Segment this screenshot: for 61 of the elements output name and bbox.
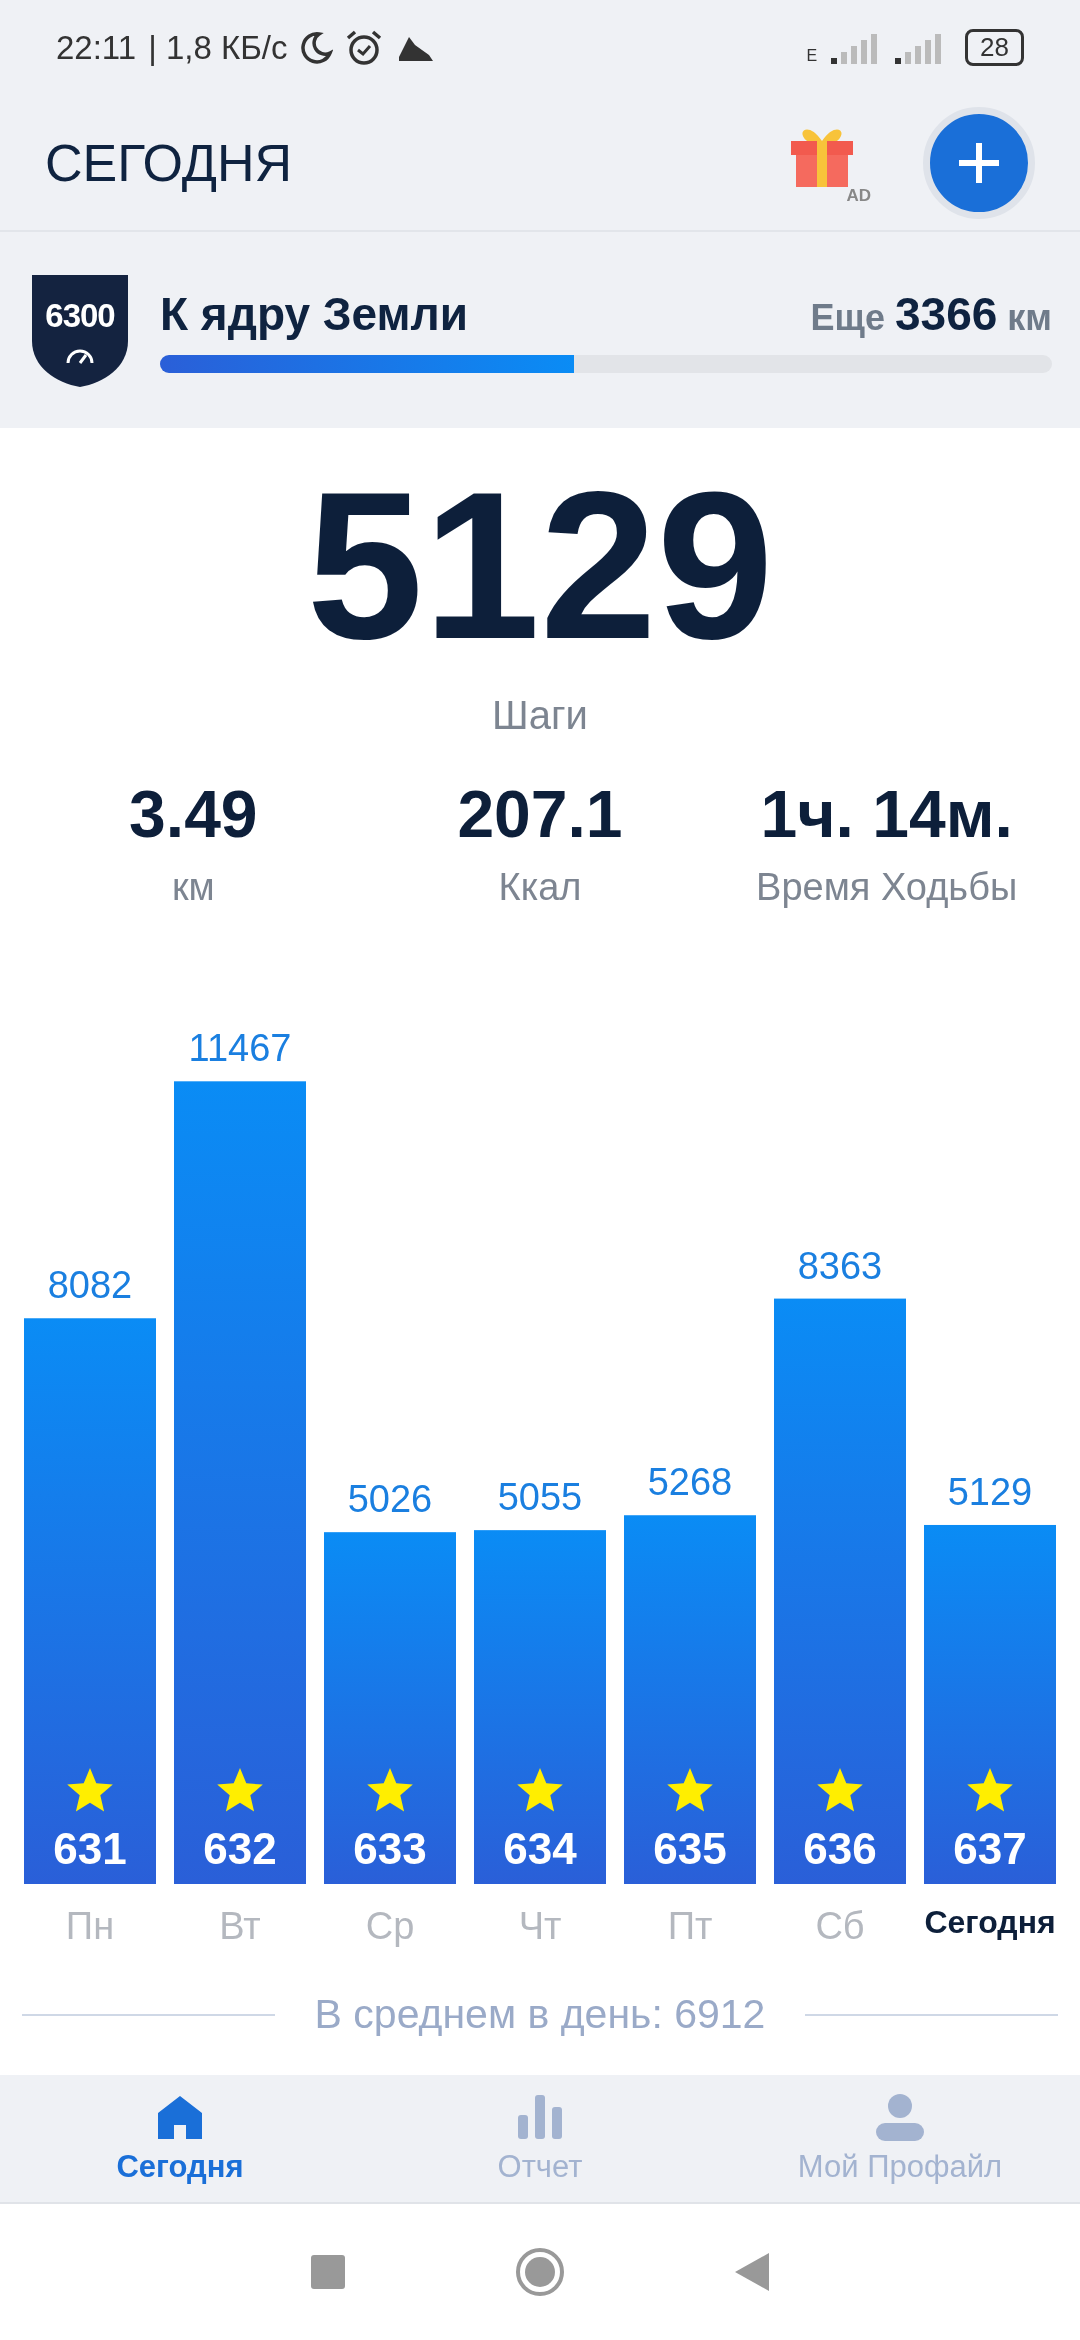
page-title: СЕГОДНЯ xyxy=(45,132,294,193)
chart-bar[interactable] xyxy=(324,1532,456,1884)
gift-ad-button[interactable]: AD xyxy=(787,120,873,205)
network-speed: | 1,8 КБ/с xyxy=(148,28,288,67)
chart-bar[interactable] xyxy=(624,1515,756,1884)
bar-value: 11467 xyxy=(188,1027,292,1070)
goal-title: К ядру Земли xyxy=(160,287,469,341)
streak-count: 635 xyxy=(653,1824,727,1873)
nav-tab[interactable]: Мой Профайл xyxy=(720,2075,1080,2202)
stat-label: км xyxy=(171,866,215,909)
star-icon xyxy=(967,1768,1013,1812)
person-icon xyxy=(876,2092,924,2141)
back-button[interactable] xyxy=(735,2253,769,2291)
day-label: Пт xyxy=(667,1904,713,1949)
day-label: Вт xyxy=(219,1904,261,1949)
day-label: Сегодня xyxy=(924,1903,1056,1942)
stat-value: 3.49 xyxy=(129,776,258,852)
stat-value: 207.1 xyxy=(457,776,623,852)
bar-value: 5026 xyxy=(347,1478,433,1521)
stat-label: Время Ходьбы xyxy=(756,866,1018,909)
star-icon xyxy=(667,1768,713,1812)
streak-count: 633 xyxy=(353,1824,427,1873)
streak-count: 637 xyxy=(953,1824,1027,1873)
day-label: Сб xyxy=(815,1904,865,1949)
stat-label: Ккал xyxy=(498,866,582,909)
bar-value: 5129 xyxy=(947,1470,1033,1513)
star-icon xyxy=(67,1768,113,1812)
star-icon xyxy=(217,1768,263,1812)
chart-bar[interactable] xyxy=(774,1298,906,1884)
day-label: Чт xyxy=(518,1904,562,1949)
chart-bar[interactable] xyxy=(24,1318,156,1884)
step-count: 5129 xyxy=(305,450,775,681)
chart-bar[interactable] xyxy=(474,1530,606,1884)
day-label: Пн xyxy=(65,1904,115,1949)
battery-level: 28 xyxy=(965,29,1024,66)
streak-count: 632 xyxy=(203,1824,277,1873)
alarm-clock-icon xyxy=(345,28,384,67)
streak-count: 636 xyxy=(803,1824,877,1873)
remaining-distance: Еще 3366 км xyxy=(810,287,1052,341)
day-label: Ср xyxy=(365,1904,415,1949)
plus-icon xyxy=(957,140,1001,185)
streak-count: 634 xyxy=(503,1824,577,1873)
nav-tab[interactable]: Отчет xyxy=(360,2075,720,2202)
home-button[interactable] xyxy=(515,2247,565,2297)
bar-value: 5268 xyxy=(647,1461,733,1504)
nav-tab[interactable]: Сегодня xyxy=(0,2075,360,2202)
streak-count: 631 xyxy=(53,1824,127,1873)
moon-icon xyxy=(299,30,334,65)
daily-average: В среднем в день: 6912 xyxy=(314,1991,766,2038)
star-icon xyxy=(817,1768,863,1812)
clock-time: 22:11 xyxy=(56,28,137,67)
star-icon xyxy=(367,1768,413,1812)
bar-chart-icon xyxy=(516,2092,564,2141)
star-icon xyxy=(517,1768,563,1812)
bar-value: 5055 xyxy=(497,1476,583,1519)
chart-bar[interactable] xyxy=(924,1524,1056,1884)
bar-value: 8363 xyxy=(797,1244,883,1287)
bar-value: 8082 xyxy=(47,1264,133,1307)
step-label: Шаги xyxy=(491,693,589,738)
network-type: E xyxy=(806,47,818,65)
stat-value: 1ч. 14м. xyxy=(760,776,1013,852)
